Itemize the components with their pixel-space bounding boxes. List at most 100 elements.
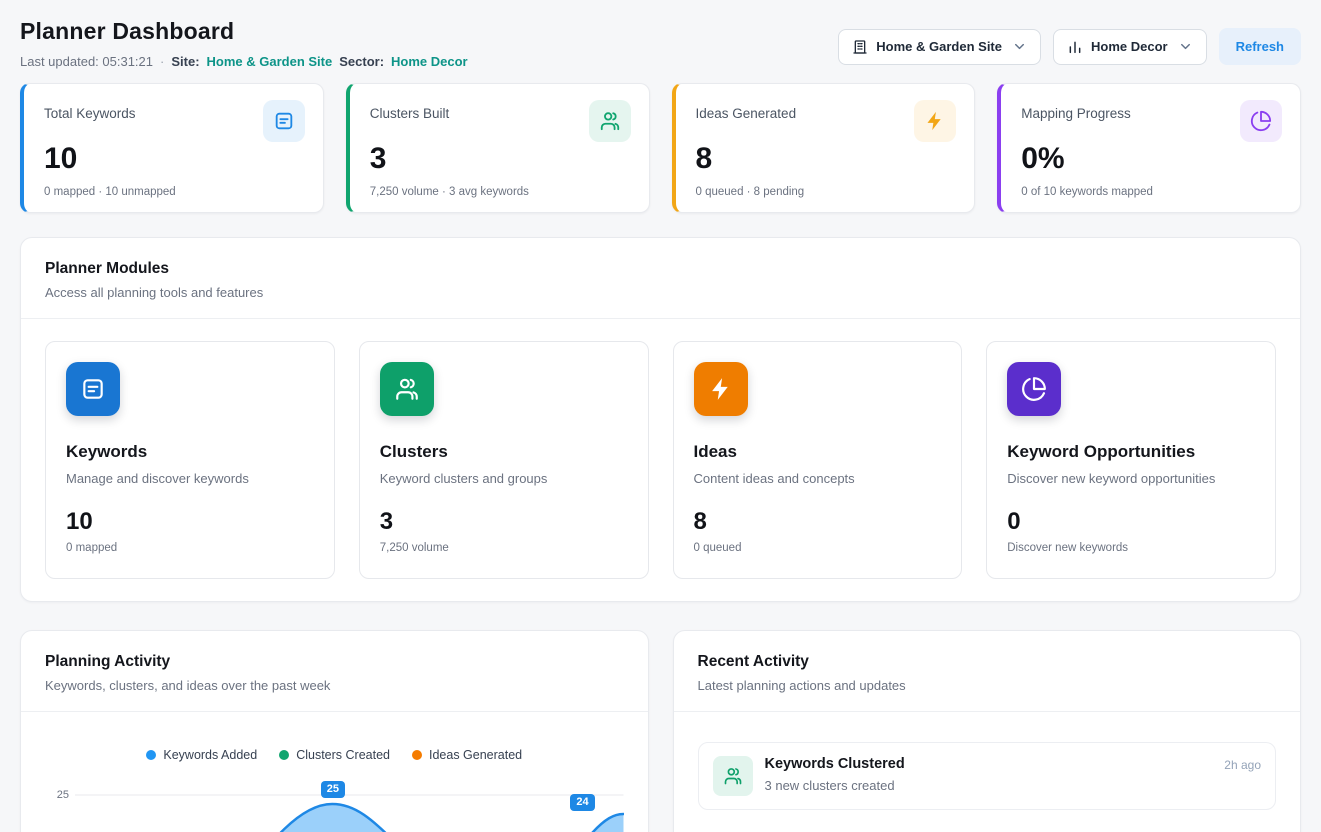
stat-label: Ideas Generated bbox=[696, 100, 797, 121]
site-label: Site: bbox=[171, 54, 199, 69]
module-card-keyword-opportunities[interactable]: Keyword Opportunities Discover new keywo… bbox=[986, 341, 1276, 579]
users-icon bbox=[589, 100, 631, 142]
module-description: Manage and discover keywords bbox=[66, 471, 314, 486]
planning-activity-title: Planning Activity bbox=[45, 653, 624, 671]
stat-subtext: 0 queued · 8 pending bbox=[696, 186, 957, 198]
sector-selector-dropdown[interactable]: Home Decor bbox=[1053, 29, 1207, 65]
planner-modules-panel: Planner Modules Access all planning tool… bbox=[20, 237, 1301, 602]
sector-label: Sector: bbox=[339, 54, 384, 69]
legend-label: Clusters Created bbox=[296, 748, 390, 762]
legend-label: Keywords Added bbox=[163, 748, 257, 762]
area-chart-svg bbox=[75, 774, 624, 832]
divider bbox=[21, 711, 648, 712]
data-point-label: 25 bbox=[321, 781, 345, 798]
legend-item-keywords-added[interactable]: Keywords Added bbox=[146, 748, 257, 762]
stat-value: 10 bbox=[44, 142, 305, 175]
stat-label: Mapping Progress bbox=[1021, 100, 1131, 121]
module-description: Content ideas and concepts bbox=[694, 471, 942, 486]
bar-chart-icon bbox=[1067, 39, 1083, 55]
y-axis-tick: 25 bbox=[45, 774, 75, 832]
legend-item-clusters-created[interactable]: Clusters Created bbox=[279, 748, 390, 762]
module-subtext: 0 queued bbox=[694, 542, 942, 554]
stat-label: Clusters Built bbox=[370, 100, 450, 121]
area-chart: 25 25 24 bbox=[45, 774, 624, 832]
site-selector-dropdown[interactable]: Home & Garden Site bbox=[838, 29, 1041, 65]
building-icon bbox=[852, 39, 868, 55]
recent-activity-subtitle: Latest planning actions and updates bbox=[698, 678, 1277, 693]
sector-link[interactable]: Home Decor bbox=[391, 54, 468, 69]
pie-chart-icon bbox=[1240, 100, 1282, 142]
stat-subtext: 7,250 volume · 3 avg keywords bbox=[370, 186, 631, 198]
stat-subtext: 0 of 10 keywords mapped bbox=[1021, 186, 1282, 198]
stat-value: 3 bbox=[370, 142, 631, 175]
modules-subtitle: Access all planning tools and features bbox=[45, 285, 1276, 300]
stat-label: Total Keywords bbox=[44, 100, 136, 121]
legend-dot bbox=[412, 750, 422, 760]
module-subtext: 7,250 volume bbox=[380, 542, 628, 554]
module-description: Discover new keyword opportunities bbox=[1007, 471, 1255, 486]
module-title: Clusters bbox=[380, 442, 628, 462]
modules-title: Planner Modules bbox=[45, 260, 1276, 278]
planning-activity-subtitle: Keywords, clusters, and ideas over the p… bbox=[45, 678, 624, 693]
module-title: Keyword Opportunities bbox=[1007, 442, 1255, 462]
legend-dot bbox=[279, 750, 289, 760]
page-header: Planner Dashboard Last updated: 05:31:21… bbox=[20, 18, 1301, 69]
sector-selector-label: Home Decor bbox=[1091, 39, 1168, 54]
chart-plot-area: 25 24 bbox=[75, 774, 624, 832]
stat-card-clusters-built: Clusters Built 3 7,250 volume · 3 avg ke… bbox=[346, 83, 650, 213]
module-card-clusters[interactable]: Clusters Keyword clusters and groups 3 7… bbox=[359, 341, 649, 579]
module-subtext: Discover new keywords bbox=[1007, 542, 1255, 554]
chevron-down-icon bbox=[1178, 39, 1193, 54]
divider bbox=[674, 711, 1301, 712]
bottom-row: Planning Activity Keywords, clusters, an… bbox=[20, 630, 1301, 832]
stat-card-mapping-progress: Mapping Progress 0% 0 of 10 keywords map… bbox=[997, 83, 1301, 213]
module-description: Keyword clusters and groups bbox=[380, 471, 628, 486]
module-title: Keywords bbox=[66, 442, 314, 462]
data-point-label: 24 bbox=[570, 794, 594, 811]
modules-grid: Keywords Manage and discover keywords 10… bbox=[45, 341, 1276, 579]
planner-dashboard-page: Planner Dashboard Last updated: 05:31:21… bbox=[0, 0, 1321, 832]
site-selector-label: Home & Garden Site bbox=[876, 39, 1002, 54]
module-subtext: 0 mapped bbox=[66, 542, 314, 554]
stat-subtext: 0 mapped · 10 unmapped bbox=[44, 186, 305, 198]
stat-value: 0% bbox=[1021, 142, 1282, 175]
page-title: Planner Dashboard bbox=[20, 18, 468, 45]
chart-legend: Keywords Added Clusters Created Ideas Ge… bbox=[45, 748, 624, 762]
stats-row: Total Keywords 10 0 mapped · 10 unmapped… bbox=[20, 83, 1301, 213]
activity-item-body: Keywords Clustered 3 new clusters create… bbox=[765, 756, 1213, 793]
page-meta: Last updated: 05:31:21 · Site: Home & Ga… bbox=[20, 54, 468, 69]
activity-item-title: Keywords Clustered bbox=[765, 756, 1213, 772]
stat-card-total-keywords: Total Keywords 10 0 mapped · 10 unmapped bbox=[20, 83, 324, 213]
legend-dot bbox=[146, 750, 156, 760]
stat-value: 8 bbox=[696, 142, 957, 175]
users-icon bbox=[380, 362, 434, 416]
module-title: Ideas bbox=[694, 442, 942, 462]
module-value: 3 bbox=[380, 508, 628, 536]
legend-item-ideas-generated[interactable]: Ideas Generated bbox=[412, 748, 522, 762]
planning-activity-panel: Planning Activity Keywords, clusters, an… bbox=[20, 630, 649, 832]
header-left: Planner Dashboard Last updated: 05:31:21… bbox=[20, 18, 468, 69]
document-lines-icon bbox=[263, 100, 305, 142]
site-link[interactable]: Home & Garden Site bbox=[207, 54, 333, 69]
activity-item-description: 3 new clusters created bbox=[765, 778, 1213, 793]
refresh-button[interactable]: Refresh bbox=[1219, 28, 1301, 65]
pie-chart-icon bbox=[1007, 362, 1061, 416]
module-value: 8 bbox=[694, 508, 942, 536]
lightning-icon bbox=[694, 362, 748, 416]
module-card-ideas[interactable]: Ideas Content ideas and concepts 8 0 que… bbox=[673, 341, 963, 579]
document-lines-icon bbox=[66, 362, 120, 416]
legend-label: Ideas Generated bbox=[429, 748, 522, 762]
module-value: 10 bbox=[66, 508, 314, 536]
lightning-icon bbox=[914, 100, 956, 142]
header-controls: Home & Garden Site Home Decor Refresh bbox=[838, 28, 1301, 65]
meta-separator: · bbox=[160, 54, 164, 69]
recent-activity-panel: Recent Activity Latest planning actions … bbox=[673, 630, 1302, 832]
divider bbox=[21, 318, 1300, 319]
last-updated-text: Last updated: 05:31:21 bbox=[20, 54, 153, 69]
activity-item-timestamp: 2h ago bbox=[1224, 756, 1261, 772]
activity-list-item: Keywords Clustered 3 new clusters create… bbox=[698, 742, 1277, 810]
recent-activity-title: Recent Activity bbox=[698, 653, 1277, 671]
module-value: 0 bbox=[1007, 508, 1255, 536]
module-card-keywords[interactable]: Keywords Manage and discover keywords 10… bbox=[45, 341, 335, 579]
chevron-down-icon bbox=[1012, 39, 1027, 54]
